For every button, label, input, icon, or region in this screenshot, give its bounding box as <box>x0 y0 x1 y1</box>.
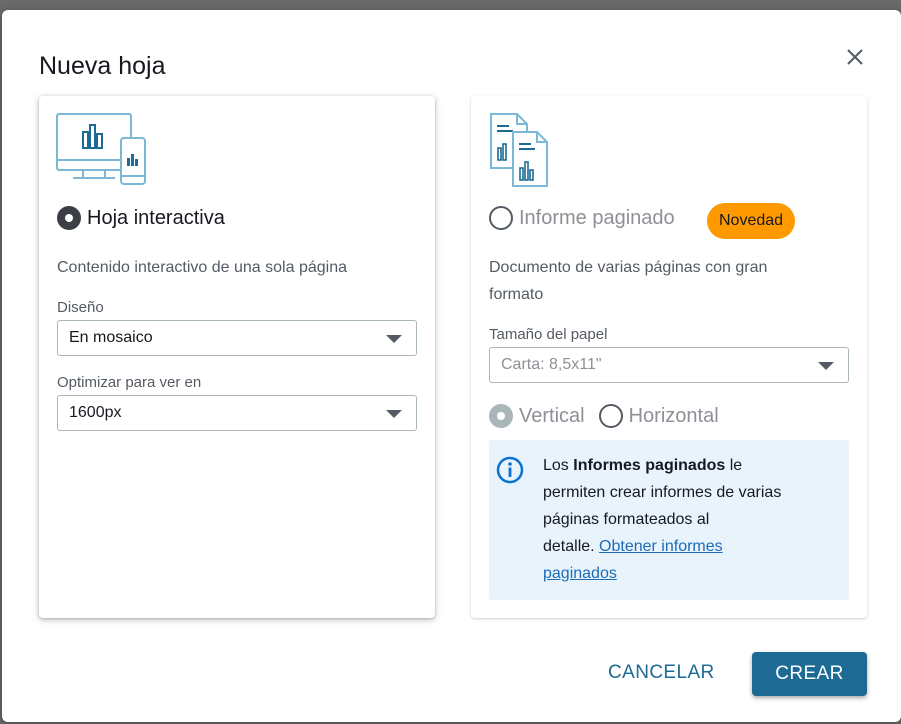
paginated-description-line2: formato <box>489 286 544 303</box>
paginated-description: Documento de varias páginas con gran for… <box>489 254 767 308</box>
horizontal-radio[interactable] <box>598 404 623 428</box>
paper-size-value: Carta: 8,5x11" <box>501 356 602 373</box>
info-prefix: Los <box>543 457 574 474</box>
new-badge: Novedad <box>707 203 796 239</box>
info-line5: paginados <box>543 560 833 587</box>
create-button[interactable]: CREAR <box>752 652 867 696</box>
paginated-option-label: Informe paginado <box>519 206 675 229</box>
paper-size-label: Tamaño del papel <box>489 326 608 343</box>
paginated-radio[interactable] <box>489 206 513 230</box>
info-line4-prefix: detalle. <box>543 538 600 555</box>
paginated-documents-icon <box>490 113 548 187</box>
vertical-label: Vertical <box>519 404 585 427</box>
learn-more-link-cont[interactable]: paginados <box>543 565 617 582</box>
interactive-option-label: Hoja interactiva <box>87 206 225 229</box>
info-line2: permiten crear informes de varias <box>543 484 782 501</box>
layout-select[interactable]: En mosaico <box>57 320 417 356</box>
dialog-title: Nueva hoja <box>39 52 166 80</box>
vertical-radio[interactable] <box>489 404 513 428</box>
new-sheet-dialog: Nueva hoja Hoja interactiva Contenido in… <box>2 10 901 722</box>
paper-size-select[interactable]: Carta: 8,5x11" <box>489 347 849 383</box>
interactive-sheet-option[interactable]: Hoja interactiva <box>57 206 225 230</box>
orientation-horizontal-option[interactable]: Horizontal <box>598 404 719 428</box>
cancel-button[interactable]: CANCELAR <box>598 652 725 694</box>
info-line1-suffix: le <box>725 457 743 474</box>
chevron-down-icon <box>386 335 402 343</box>
monitor-and-phone-chart-icon <box>56 113 146 185</box>
interactive-radio[interactable] <box>57 206 81 230</box>
info-text: Los Informes paginados le permiten crear… <box>543 452 833 587</box>
info-line4: detalle. Obtener informes <box>543 533 833 560</box>
paginated-info-box: Los Informes paginados le permiten crear… <box>489 440 849 600</box>
info-line1: Los Informes paginados le <box>543 452 833 479</box>
horizontal-label: Horizontal <box>628 404 719 427</box>
interactive-sheet-card[interactable]: Hoja interactiva Contenido interactivo d… <box>39 96 435 618</box>
info-bold: Informes paginados <box>573 457 726 474</box>
learn-more-link[interactable]: Obtener informes <box>599 538 723 555</box>
close-icon[interactable] <box>842 44 868 70</box>
optimize-label: Optimizar para ver en <box>57 374 202 391</box>
info-icon <box>496 456 524 484</box>
layout-select-value: En mosaico <box>69 329 153 346</box>
info-line3: páginas formateados al <box>543 511 710 528</box>
paginated-report-card[interactable]: Informe paginado Novedad Documento de va… <box>471 96 867 618</box>
paginated-report-option[interactable]: Informe paginado <box>489 206 675 230</box>
chevron-down-icon <box>386 410 402 418</box>
orientation-group: Vertical Horizontal <box>489 404 733 428</box>
chevron-down-icon <box>818 362 834 370</box>
paginated-description-line1: Documento de varias páginas con gran <box>489 259 768 276</box>
orientation-vertical-option[interactable]: Vertical <box>489 404 585 428</box>
optimize-select-value: 1600px <box>69 404 122 421</box>
optimize-select[interactable]: 1600px <box>57 395 417 431</box>
interactive-description: Contenido interactivo de una sola página <box>57 259 347 276</box>
layout-label: Diseño <box>57 299 104 316</box>
